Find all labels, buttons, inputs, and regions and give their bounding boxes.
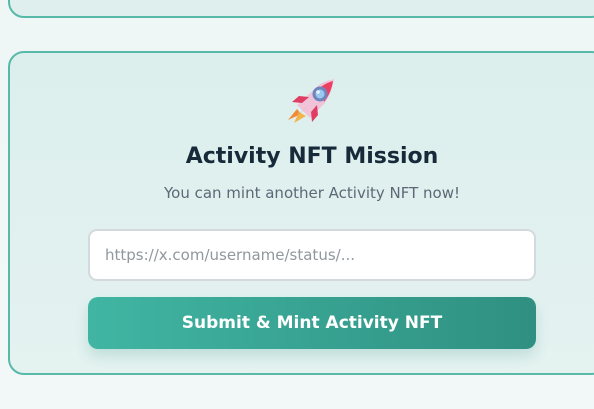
- rocket-icon: [284, 78, 336, 126]
- previous-card: [8, 0, 594, 18]
- mission-page: Activity NFT Mission You can mint anothe…: [0, 0, 594, 409]
- mission-title: Activity NFT Mission: [185, 144, 439, 169]
- status-url-input[interactable]: [88, 229, 536, 281]
- submit-mint-activity-nft-button[interactable]: Submit & Mint Activity NFT: [88, 297, 536, 349]
- mission-status-message: You can mint another Activity NFT now!: [163, 184, 461, 202]
